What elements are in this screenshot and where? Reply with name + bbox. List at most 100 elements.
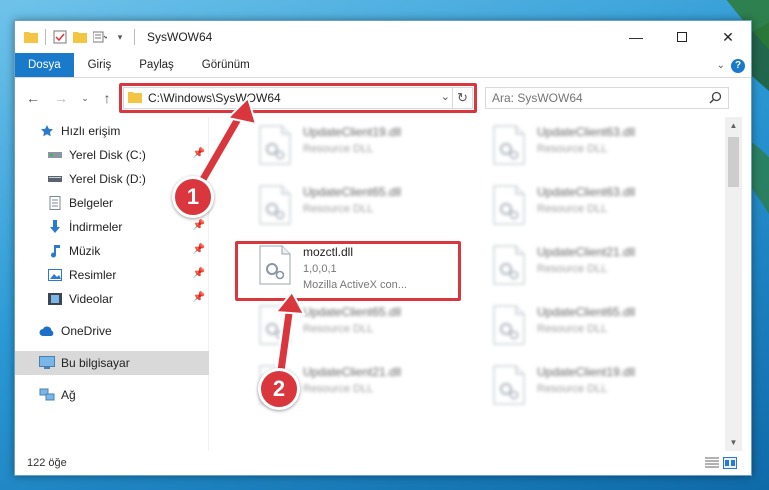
- minimize-button[interactable]: —: [613, 21, 659, 53]
- file-tile[interactable]: UpdateClient65.dll Resource DLL: [251, 299, 471, 353]
- maximize-button[interactable]: [659, 21, 705, 53]
- view-toggle: [705, 457, 737, 472]
- sidebar-item-quick-access[interactable]: Hızlı erişim: [15, 119, 209, 143]
- videos-icon: [47, 291, 63, 307]
- search-input[interactable]: [492, 91, 702, 105]
- step-2-badge: 2: [258, 368, 300, 410]
- file-description: Resource DLL: [303, 143, 374, 155]
- file-name: UpdateClient21.dll: [537, 245, 636, 259]
- window-title: SysWOW64: [147, 30, 213, 44]
- tab-file[interactable]: Dosya: [15, 53, 74, 77]
- file-description: Resource DLL: [537, 143, 608, 155]
- toolbar-divider: [45, 29, 46, 45]
- pin-icon[interactable]: 📌: [193, 268, 205, 279]
- ribbon-controls: ⌄ ?: [717, 53, 745, 78]
- file-description: Resource DLL: [303, 383, 374, 395]
- sidebar-item-downloads[interactable]: İndirmeler 📌: [15, 215, 209, 239]
- forward-button[interactable]: →: [51, 88, 71, 108]
- vertical-scrollbar[interactable]: ▲ ▼: [725, 117, 742, 451]
- explorer-window: ▾ SysWOW64 — ✕ Dosya Giriş Paylaş Görünü…: [14, 20, 752, 476]
- pin-icon[interactable]: 📌: [193, 148, 205, 159]
- file-highlight: [235, 241, 461, 301]
- pin-icon[interactable]: 📌: [193, 244, 205, 255]
- drive-icon: [47, 147, 63, 163]
- help-icon[interactable]: ?: [731, 58, 745, 73]
- file-tile[interactable]: UpdateClient19.dll Resource DLL: [485, 359, 705, 413]
- expand-ribbon-icon[interactable]: ⌄: [717, 60, 725, 71]
- file-name: UpdateClient65.dll: [303, 305, 402, 319]
- search-box[interactable]: [485, 87, 729, 109]
- large-icons-view-icon[interactable]: [723, 457, 737, 472]
- sidebar-item-pictures[interactable]: Resimler 📌: [15, 263, 209, 287]
- dll-file-icon: [259, 185, 291, 225]
- drive-icon: [47, 171, 63, 187]
- sidebar-item-local-disk-c[interactable]: Yerel Disk (C:) 📌: [15, 143, 209, 167]
- file-name: UpdateClient63.dll: [537, 185, 636, 199]
- window-controls: — ✕: [613, 21, 751, 53]
- address-bar-highlight: [119, 83, 477, 113]
- up-button[interactable]: ↑: [97, 88, 117, 108]
- dll-file-icon: [493, 365, 525, 405]
- file-tile[interactable]: UpdateClient19.dll Resource DLL: [251, 119, 471, 173]
- step-1-badge: 1: [172, 176, 214, 218]
- music-icon: [47, 243, 63, 259]
- network-icon: [39, 387, 55, 403]
- scroll-thumb[interactable]: [728, 137, 739, 187]
- back-button[interactable]: ←: [23, 88, 43, 108]
- close-button[interactable]: ✕: [705, 21, 751, 53]
- file-description: Resource DLL: [303, 323, 374, 335]
- dll-file-icon: [259, 305, 291, 345]
- dll-file-icon: [493, 245, 525, 285]
- file-description: Resource DLL: [537, 323, 608, 335]
- dll-file-icon: [493, 185, 525, 225]
- file-tile[interactable]: UpdateClient21.dll Resource DLL: [485, 239, 705, 293]
- dll-file-icon: [493, 305, 525, 345]
- file-name: UpdateClient19.dll: [537, 365, 636, 379]
- star-icon: [39, 123, 55, 139]
- title-bar: ▾ SysWOW64 — ✕: [15, 21, 751, 53]
- recent-locations-button[interactable]: ⌄: [75, 88, 95, 108]
- properties-icon[interactable]: [52, 29, 68, 45]
- status-bar: 122 öğe: [15, 451, 751, 475]
- quick-access-toolbar: ▾: [23, 29, 137, 45]
- tab-view[interactable]: Görünüm: [188, 53, 264, 77]
- file-name: UpdateClient19.dll: [303, 125, 402, 139]
- pin-icon[interactable]: 📌: [193, 292, 205, 303]
- sidebar-item-videos[interactable]: Videolar 📌: [15, 287, 209, 311]
- sidebar-item-network[interactable]: Ağ: [15, 383, 209, 407]
- details-view-icon[interactable]: [705, 457, 719, 472]
- dropdown-arrow-icon[interactable]: ▾: [112, 29, 128, 45]
- file-tile[interactable]: UpdateClient65.dll Resource DLL: [485, 299, 705, 353]
- navigation-pane: Hızlı erişim Yerel Disk (C:) 📌 Yerel Dis…: [15, 117, 209, 451]
- file-tile[interactable]: UpdateClient63.dll Resource DLL: [485, 179, 705, 233]
- file-tile[interactable]: UpdateClient63.dll Resource DLL: [485, 119, 705, 173]
- documents-icon: [47, 195, 63, 211]
- dll-file-icon: [493, 125, 525, 165]
- sidebar-item-onedrive[interactable]: OneDrive: [15, 319, 209, 343]
- file-description: Resource DLL: [537, 383, 608, 395]
- file-description: Resource DLL: [537, 263, 608, 275]
- download-icon: [47, 219, 63, 235]
- search-icon[interactable]: [709, 91, 722, 107]
- pictures-icon: [47, 267, 63, 283]
- file-name: UpdateClient65.dll: [537, 305, 636, 319]
- pin-icon[interactable]: 📌: [193, 220, 205, 231]
- file-description: Resource DLL: [303, 203, 374, 215]
- customize-toolbar-icon[interactable]: [92, 29, 108, 45]
- cloud-icon: [39, 323, 55, 339]
- sidebar-item-this-pc[interactable]: Bu bilgisayar: [15, 351, 209, 375]
- tab-home[interactable]: Giriş: [74, 53, 126, 77]
- folder-icon: [23, 29, 39, 45]
- toolbar-divider: [134, 29, 135, 45]
- scroll-up-arrow[interactable]: ▲: [725, 117, 742, 134]
- scroll-down-arrow[interactable]: ▼: [725, 434, 742, 451]
- new-folder-icon[interactable]: [72, 29, 88, 45]
- item-count: 122 öğe: [27, 457, 67, 469]
- file-tile[interactable]: UpdateClient65.dll Resource DLL: [251, 179, 471, 233]
- file-name: UpdateClient65.dll: [303, 185, 402, 199]
- dll-file-icon: [259, 125, 291, 165]
- file-name: UpdateClient21.dll: [303, 365, 402, 379]
- computer-icon: [39, 355, 55, 371]
- tab-share[interactable]: Paylaş: [125, 53, 188, 77]
- sidebar-item-music[interactable]: Müzik 📌: [15, 239, 209, 263]
